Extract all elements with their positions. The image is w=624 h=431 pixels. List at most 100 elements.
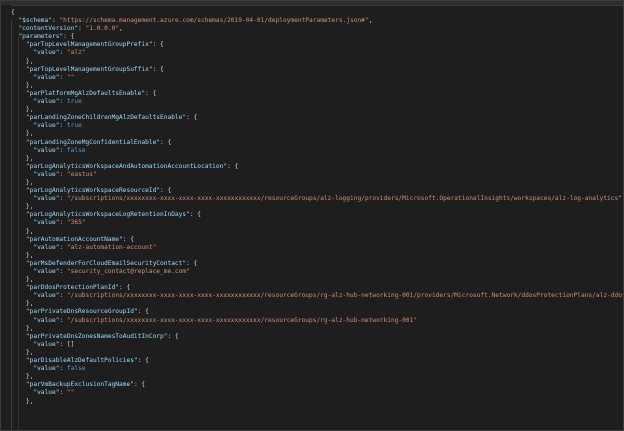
code-line[interactable]: "value": [] (11, 341, 623, 349)
code-line[interactable]: }, (11, 106, 623, 114)
json-key: "value" (33, 146, 60, 154)
json-punctuation: : { (119, 284, 131, 292)
code-line[interactable]: "parPrivateDnsZonesNamesToAuditInCorp": … (11, 333, 623, 341)
code-line[interactable]: "parDdosProtectionPlanId": { (11, 284, 623, 292)
code-line[interactable]: "parPrivateDnsResourceGroupId": { (11, 308, 623, 316)
code-line[interactable]: "value": "/subscriptions/xxxxxxxx-xxxx-x… (11, 292, 623, 300)
json-punctuation: : (59, 389, 67, 397)
json-key: "parTopLevelManagementGroupPrefix" (25, 41, 153, 49)
code-line[interactable]: "parPlatformMgAlzDefaultsEnable": { (11, 90, 623, 98)
json-key: "value" (33, 122, 60, 130)
json-string: "1.0.0.0" (85, 25, 120, 33)
json-punctuation: : (59, 195, 67, 203)
code-line[interactable]: "parLandingZoneMgConfidentialEnable": { (11, 139, 623, 147)
code-line[interactable]: "parLandingZoneChildrenMgAlzDefaultsEnab… (11, 114, 623, 122)
code-line[interactable]: "value": "/subscriptions/xxxxxxxx-xxxx-x… (11, 317, 623, 325)
code-line[interactable]: "value": "" (11, 74, 623, 82)
code-line[interactable]: "value": false (11, 147, 623, 155)
json-punctuation: : (59, 340, 67, 348)
json-key: "value" (33, 389, 60, 397)
code-line[interactable]: "contentVersion": "1.0.0.0", (11, 25, 623, 33)
code-line[interactable]: "value": true (11, 122, 623, 130)
code-line[interactable]: "value": "alz-automation-account" (11, 244, 623, 252)
code-line[interactable]: "parLogAnalyticsWorkspaceAndAutomationAc… (11, 163, 623, 171)
code-line[interactable]: }, (11, 58, 623, 66)
json-punctuation: : { (145, 89, 157, 97)
json-key: "parLogAnalyticsWorkspaceLogRetentionInD… (25, 211, 190, 219)
code-line[interactable]: }, (11, 155, 623, 163)
json-key: "value" (33, 98, 60, 106)
json-key: "value" (33, 292, 60, 300)
code-line[interactable]: }, (11, 252, 623, 260)
code-line[interactable]: }, (11, 373, 623, 381)
code-editor[interactable]: { "$schema": "https://schema.management.… (0, 0, 624, 431)
json-key: "value" (33, 73, 60, 81)
json-key: "contentVersion" (18, 25, 79, 33)
code-line[interactable]: }, (11, 82, 623, 90)
json-string: "/subscriptions/xxxxxxxx-xxxx-xxxx-xxxx-… (66, 316, 418, 324)
json-punctuation: : { (160, 138, 172, 146)
code-line[interactable]: }, (11, 228, 623, 236)
json-punctuation: : { (63, 33, 75, 41)
code-line[interactable]: }, (11, 203, 623, 211)
json-punctuation: : (59, 146, 67, 154)
code-line[interactable]: }, (11, 349, 623, 357)
json-punctuation: : { (186, 259, 198, 267)
code-line[interactable]: "value": "eastus" (11, 171, 623, 179)
code-line[interactable]: "parAutomationAccountName": { (11, 236, 623, 244)
code-line[interactable]: }, (11, 130, 623, 138)
json-punctuation: : (59, 73, 67, 81)
code-line[interactable]: "$schema": "https://schema.management.az… (11, 17, 623, 25)
code-line[interactable]: "parLogAnalyticsWorkspaceLogRetentionInD… (11, 211, 623, 219)
json-key: "parLogAnalyticsWorkspaceAndAutomationAc… (25, 162, 228, 170)
json-literal: false (66, 146, 86, 154)
code-line[interactable]: "value": false (11, 365, 623, 373)
json-key: "value" (33, 365, 60, 373)
code-line[interactable]: "value": "security_contact@replace_me.co… (11, 268, 623, 276)
code-line[interactable]: "parVmBackupExclusionTagName": { (11, 381, 623, 389)
code-line[interactable]: }, (11, 179, 623, 187)
code-line[interactable]: "value": "" (11, 389, 623, 397)
code-line[interactable]: "value": "/subscriptions/xxxxxxxx-xxxx-x… (11, 195, 623, 203)
json-punctuation: }, (25, 373, 34, 381)
json-key: "parMsDefenderForCloudEmailSecurityConta… (25, 259, 187, 267)
json-key: "value" (33, 49, 60, 57)
code-line[interactable]: { (11, 9, 623, 17)
code-line[interactable]: "parameters": { (11, 33, 623, 41)
code-line[interactable]: }, (11, 398, 623, 406)
code-line[interactable]: "parTopLevelManagementGroupPrefix": { (11, 41, 623, 49)
code-line[interactable]: }, (11, 300, 623, 308)
json-key: "parLandingZoneMgConfidentialEnable" (25, 138, 161, 146)
code-line[interactable]: "parTopLevelManagementGroupSuffix": { (11, 66, 623, 74)
code-line[interactable]: }, (11, 276, 623, 284)
json-string: "eastus" (66, 170, 97, 178)
code-line[interactable]: "parLogAnalyticsWorkspaceResourceId": { (11, 187, 623, 195)
code-line[interactable]: "value": "alz" (11, 49, 623, 57)
code-line[interactable]: "parDisableAlzDefaultPolicies": { (11, 357, 623, 365)
json-key: "parTopLevelManagementGroupSuffix" (25, 65, 153, 73)
code-content[interactable]: { "$schema": "https://schema.management.… (11, 9, 623, 406)
json-key: "parDdosProtectionPlanId" (25, 284, 120, 292)
code-line[interactable]: "value": "365" (11, 219, 623, 227)
json-punctuation: : { (152, 65, 164, 73)
code-line[interactable]: }, (11, 325, 623, 333)
json-key: "parPlatformMgAlzDefaultsEnable" (25, 89, 146, 97)
editor-gutter (1, 5, 11, 430)
code-line[interactable]: "parMsDefenderForCloudEmailSecurityConta… (11, 260, 623, 268)
code-line[interactable]: "value": true (11, 98, 623, 106)
